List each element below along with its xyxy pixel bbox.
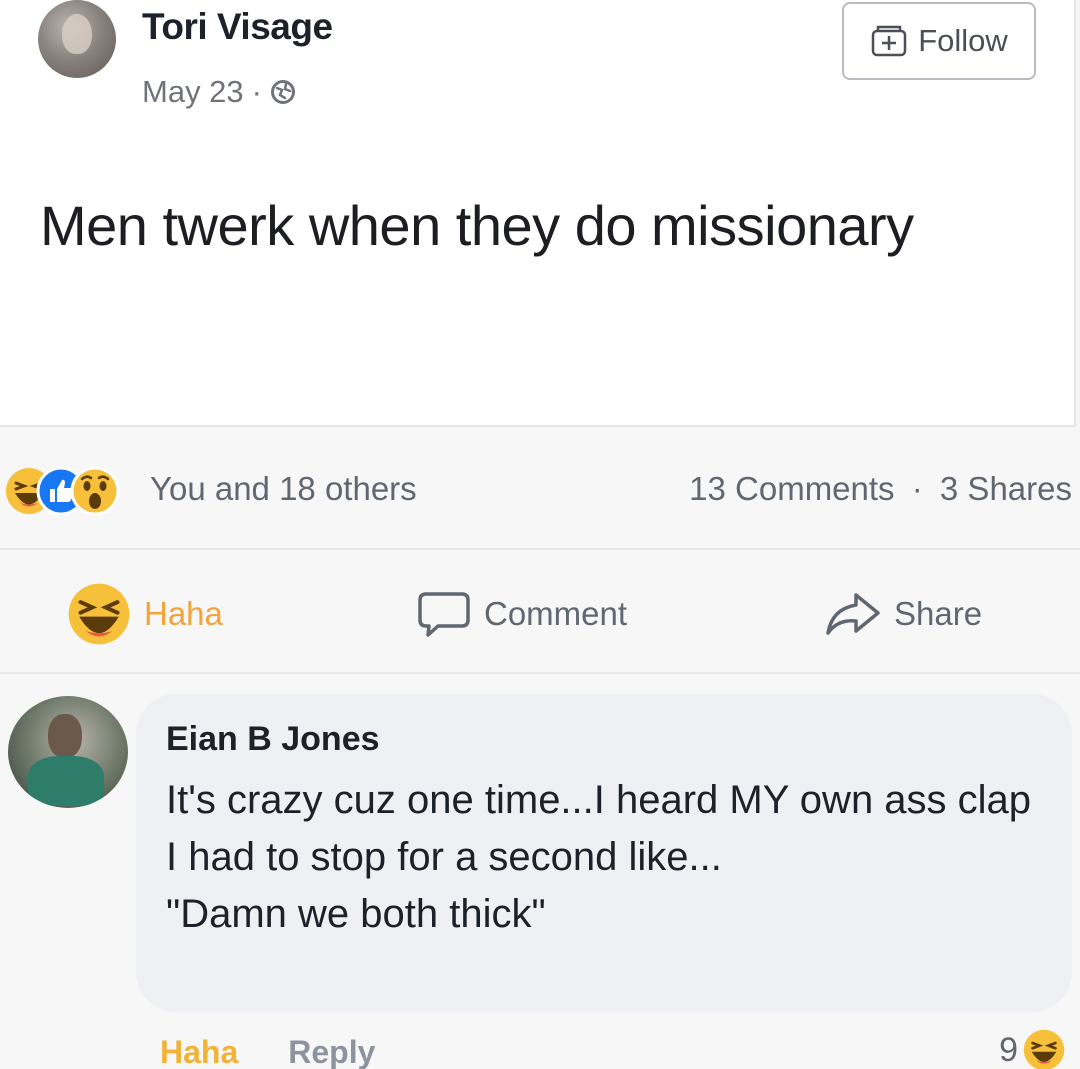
haha-reaction-icon (1023, 1029, 1065, 1069)
haha-label: Haha (144, 595, 223, 632)
comment-actions: Haha Reply (160, 1034, 375, 1069)
wow-reaction-icon (70, 466, 120, 516)
reactions-count-text[interactable]: You and 18 others (150, 470, 417, 508)
haha-icon (68, 583, 130, 645)
facebook-post-screenshot: Tori Visage May 23 · Follow Men twerk wh… (0, 0, 1080, 1069)
commenter-avatar[interactable] (8, 696, 128, 808)
follow-icon (871, 25, 907, 57)
comment-reaction-number: 9 (999, 1030, 1018, 1069)
post-date[interactable]: May 23 (142, 74, 244, 110)
follow-label: Follow (918, 23, 1008, 58)
globe-icon (271, 80, 295, 104)
author-avatar[interactable] (38, 0, 116, 78)
comments-shares-count: 13 Comments · 3 Shares (689, 470, 1072, 508)
meta-separator: · (251, 74, 262, 109)
share-button[interactable]: Share (824, 578, 982, 650)
comments-count[interactable]: 13 Comments (689, 470, 894, 507)
haha-button[interactable]: Haha (66, 578, 223, 650)
post-meta: May 23 · (142, 74, 296, 110)
author-name[interactable]: Tori Visage (142, 6, 333, 48)
share-label: Share (894, 595, 983, 632)
comment-label: Comment (484, 595, 628, 632)
comment-bubble: Eian B Jones It's crazy cuz one time...I… (136, 694, 1072, 1012)
reaction-summary-icons[interactable] (4, 466, 150, 516)
comment-button[interactable]: Comment (416, 578, 627, 650)
post-body-text: Men twerk when they do missionary (40, 194, 914, 257)
comment-reply-link[interactable]: Reply (288, 1034, 375, 1069)
share-icon (826, 593, 880, 635)
counts-separator: · (911, 470, 923, 507)
post-card: Tori Visage May 23 · Follow Men twerk wh… (0, 0, 1076, 427)
shares-count[interactable]: 3 Shares (940, 470, 1072, 507)
post-action-bar: Haha Comment Share (0, 578, 1080, 650)
comment-reaction-count[interactable]: 9 (999, 1028, 1066, 1069)
comment-icon (418, 592, 470, 637)
stats-divider (0, 548, 1080, 550)
follow-button[interactable]: Follow (842, 2, 1036, 80)
comment-text: It's crazy cuz one time...I heard MY own… (166, 778, 1032, 936)
actions-divider (0, 672, 1080, 674)
comment-haha-link[interactable]: Haha (160, 1034, 238, 1069)
post-stats-row: You and 18 others 13 Comments · 3 Shares (0, 456, 1080, 526)
commenter-name[interactable]: Eian B Jones (166, 720, 380, 759)
